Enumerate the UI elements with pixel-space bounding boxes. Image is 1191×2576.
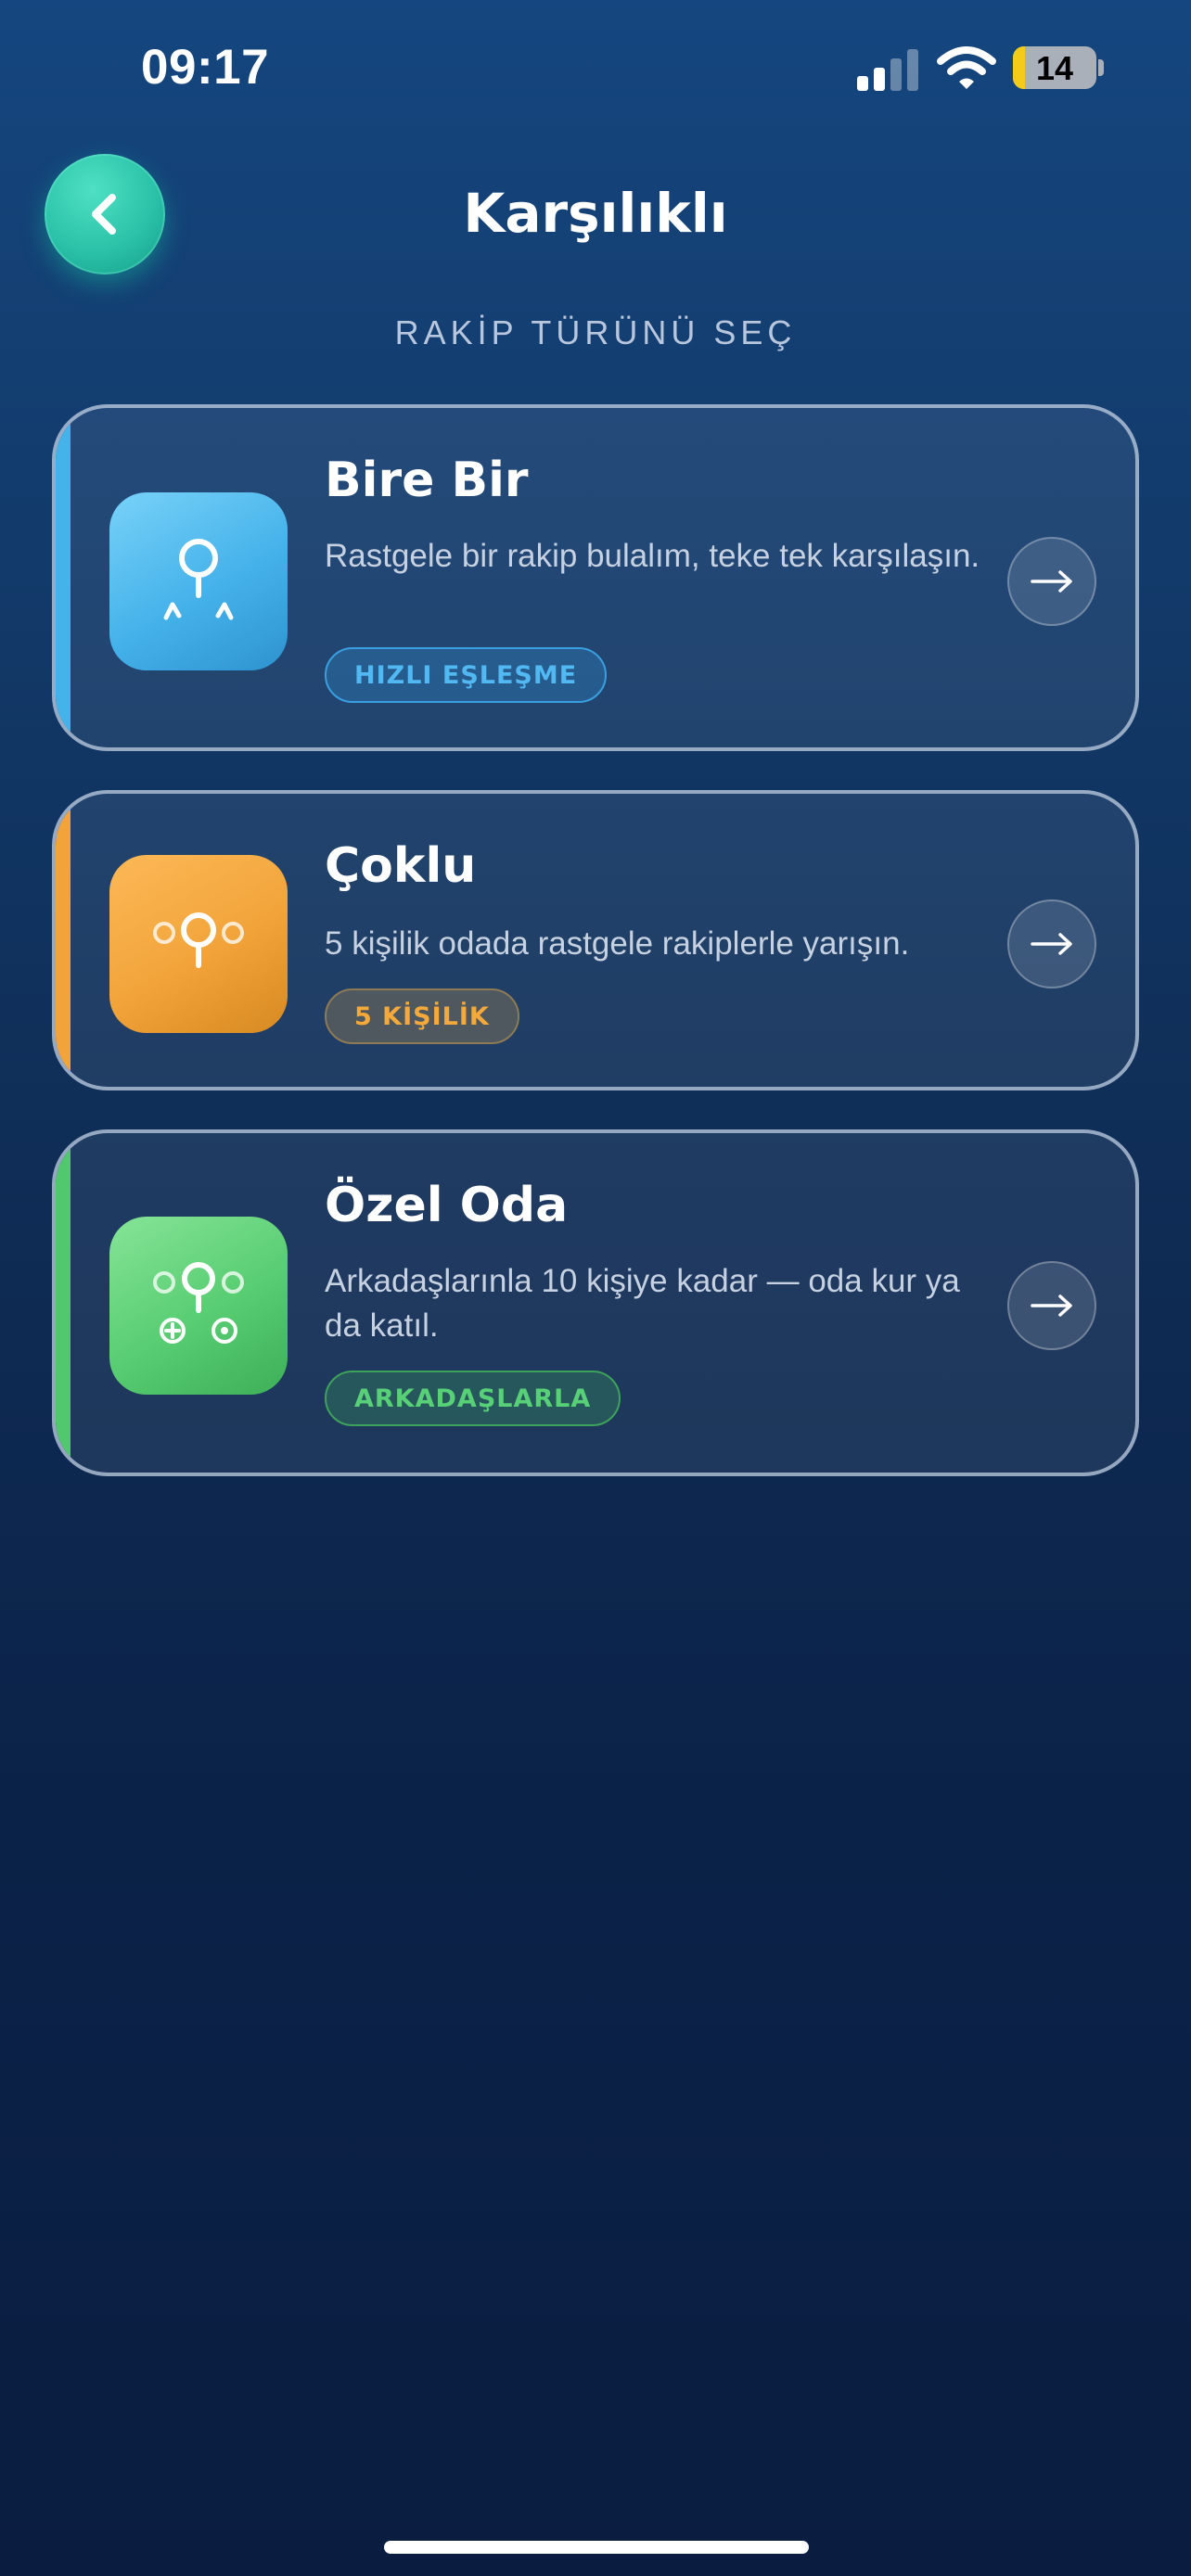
mode-card-one-on-one[interactable]: Bire Bir Rastgele bir rakip bulalım, tek… xyxy=(52,404,1139,751)
cellular-signal-icon xyxy=(857,49,918,91)
mode-card-private-room[interactable]: Özel Oda Arkadaşlarınla 10 kişiye kadar … xyxy=(52,1129,1139,1476)
arrow-right-icon xyxy=(1031,570,1072,593)
status-bar: 09:17 14 xyxy=(0,0,1191,139)
card-arrow-button[interactable] xyxy=(1007,537,1096,626)
arrow-right-icon xyxy=(1031,1294,1072,1317)
battery-tip xyxy=(1098,59,1104,76)
card-title: Bire Bir xyxy=(325,453,529,508)
private-room-icon xyxy=(109,1217,288,1395)
wifi-icon xyxy=(937,46,996,89)
card-arrow-button[interactable] xyxy=(1007,899,1096,988)
mode-card-multi[interactable]: Çoklu 5 kişilik odada rastgele rakiplerl… xyxy=(52,790,1139,1090)
card-badge: 5 KİŞİLİK xyxy=(325,988,519,1044)
card-description: Arkadaşlarınla 10 kişiye kadar — oda kur… xyxy=(325,1263,960,1344)
one-on-one-icon xyxy=(109,492,288,670)
card-title: Çoklu xyxy=(325,838,477,894)
battery-indicator: 14 xyxy=(1013,46,1096,89)
card-accent-bar xyxy=(56,794,70,1087)
card-title: Özel Oda xyxy=(325,1178,569,1233)
card-description: Rastgele bir rakip bulalım, teke tek kar… xyxy=(325,538,980,574)
section-title: RAKİP TÜRÜNÜ SEÇ xyxy=(394,313,797,351)
home-indicator[interactable] xyxy=(384,2541,809,2554)
card-badge: HIZLI EŞLEŞME xyxy=(325,647,608,703)
card-arrow-button[interactable] xyxy=(1007,1261,1096,1350)
card-badge: ARKADAŞLARLA xyxy=(325,1371,621,1426)
card-accent-bar xyxy=(56,1133,70,1473)
status-time: 09:17 xyxy=(141,40,270,95)
card-accent-bar xyxy=(56,408,70,747)
card-description: 5 kişilik odada rastgele rakiplerle yarı… xyxy=(325,925,910,962)
battery-percent: 14 xyxy=(1035,49,1074,87)
page-title: Karşılıklı xyxy=(463,182,728,245)
arrow-right-icon xyxy=(1031,933,1072,955)
group-icon xyxy=(109,855,288,1033)
